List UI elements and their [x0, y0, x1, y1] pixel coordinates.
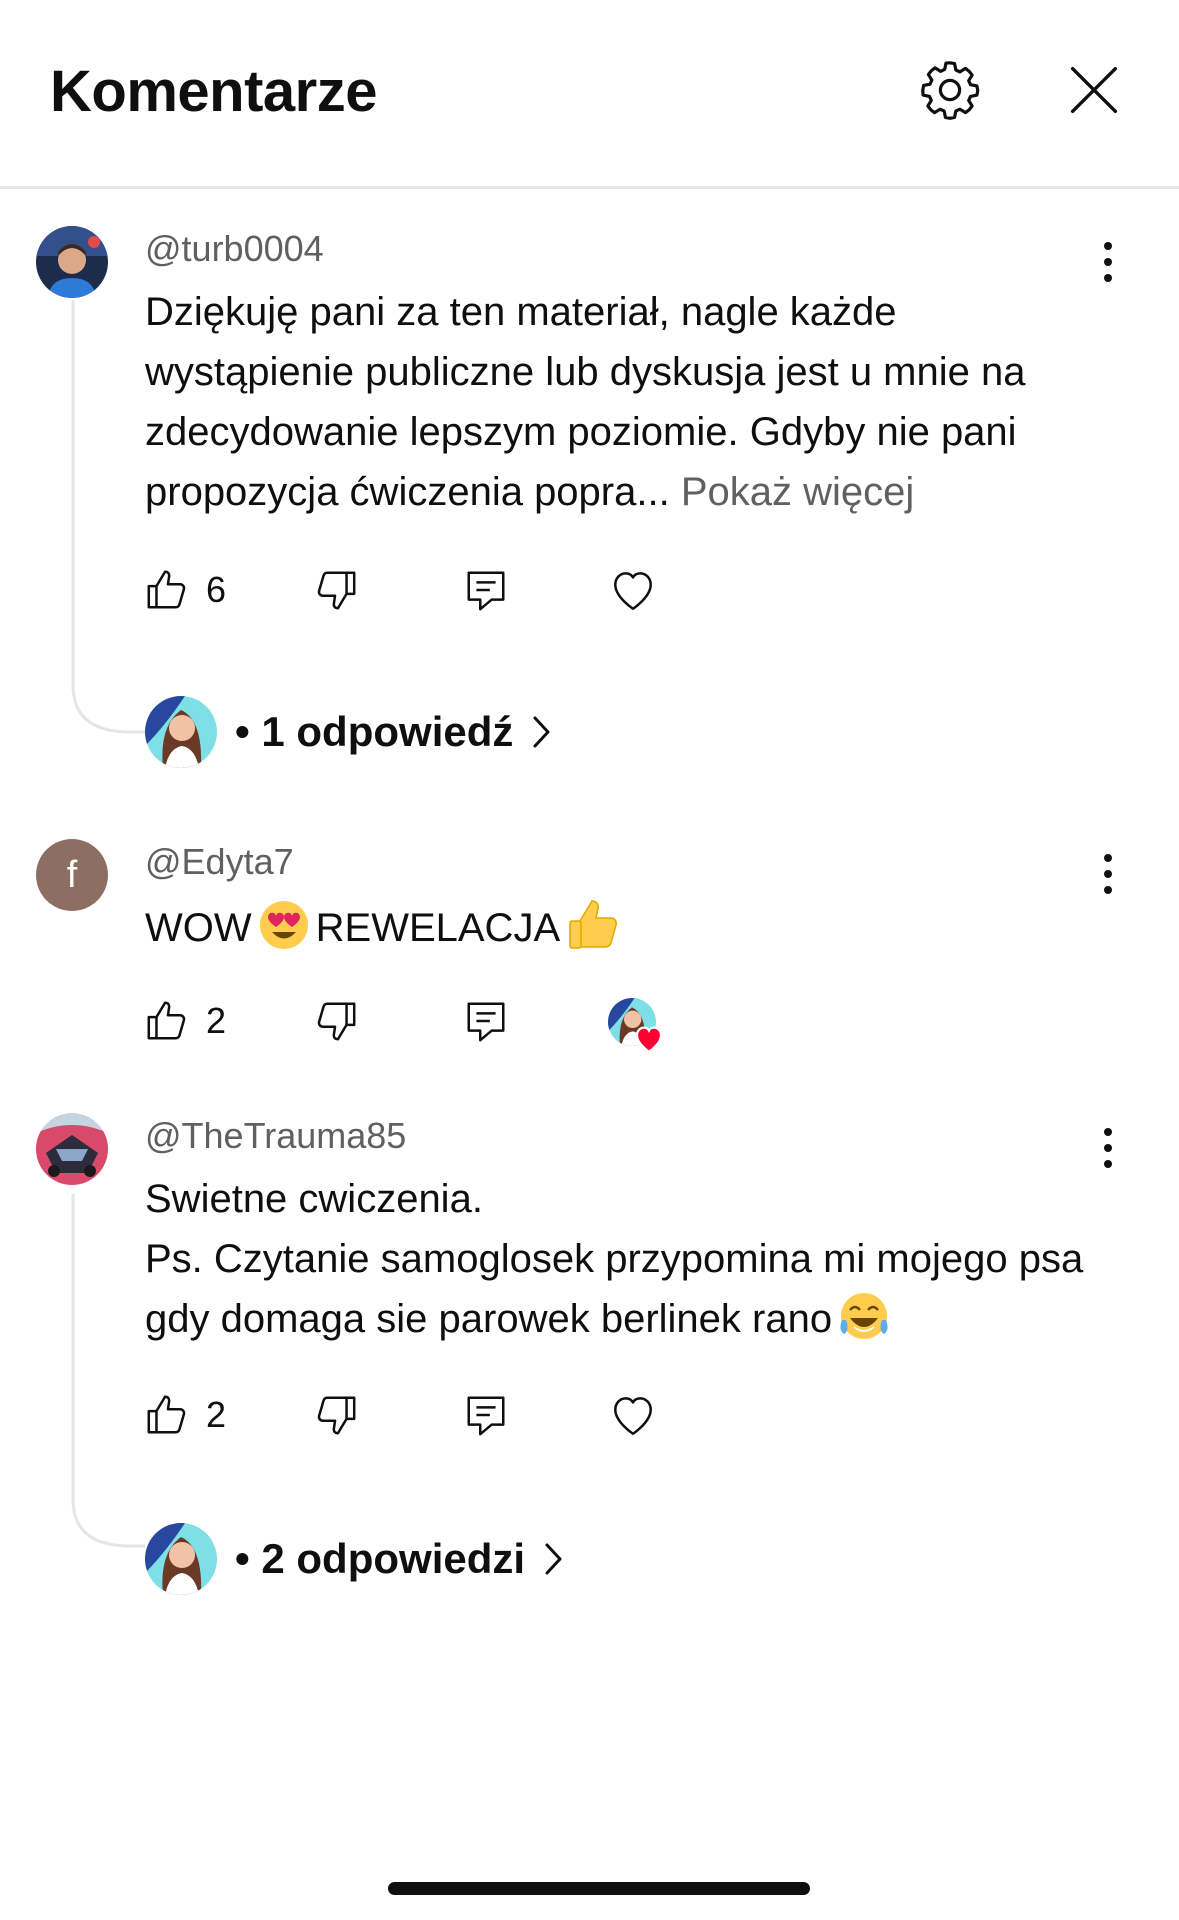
thumbs-down-icon	[317, 571, 356, 610]
like-button[interactable]: 2	[144, 993, 226, 1049]
thumbs-up-icon	[147, 1001, 186, 1040]
home-indicator[interactable]	[388, 1882, 810, 1895]
view-replies-button[interactable]: • 2 odpowiedzi	[145, 1523, 567, 1595]
comment-menu-button[interactable]	[1090, 234, 1126, 290]
reply-button[interactable]	[463, 1387, 509, 1443]
chevron-right-icon	[545, 1543, 562, 1575]
more-vert-icon	[1104, 854, 1112, 894]
like-count: 2	[206, 1394, 227, 1435]
thumbs-down-icon	[317, 1396, 356, 1435]
dislike-button[interactable]	[313, 1387, 359, 1443]
replies-count: • 2 odpowiedzi	[235, 1535, 526, 1582]
close-button[interactable]	[1062, 58, 1126, 122]
like-count: 2	[206, 1000, 227, 1041]
header-divider	[0, 186, 1179, 189]
reply-button[interactable]	[463, 562, 509, 618]
heart-icon	[614, 572, 652, 610]
gear-icon	[921, 61, 980, 120]
heart-filled-icon	[635, 1026, 663, 1054]
comment-text-content: Swietne cwiczenia. Ps. Czytanie samoglos…	[145, 1177, 1084, 1341]
thumbs-up-emoji-icon	[569, 900, 618, 949]
reply-button[interactable]	[463, 993, 509, 1049]
comments-header: Komentarze	[0, 0, 1179, 186]
comment-author[interactable]: @TheTrauma85	[145, 1115, 406, 1157]
creator-heart-badge[interactable]	[608, 994, 672, 1054]
dislike-button[interactable]	[313, 562, 359, 618]
thread-line	[71, 300, 145, 734]
avatar[interactable]: f	[36, 839, 108, 911]
thread-line	[71, 1194, 145, 1548]
comment-text-part: WOW	[145, 906, 252, 950]
tears-of-joy-emoji-icon	[840, 1293, 888, 1339]
reply-comment-icon	[467, 1396, 505, 1436]
heart-eyes-emoji-icon	[259, 901, 308, 949]
creator-avatar	[145, 696, 217, 768]
heart-icon	[614, 1397, 652, 1435]
comment-menu-button[interactable]	[1090, 1120, 1126, 1176]
comment-text-part: REWELACJA	[315, 906, 561, 950]
settings-button[interactable]	[918, 58, 982, 122]
avatar[interactable]	[36, 1113, 108, 1185]
avatar[interactable]	[36, 226, 108, 298]
close-icon	[1070, 66, 1118, 114]
like-button[interactable]: 2	[144, 1387, 226, 1443]
reply-comment-icon	[467, 571, 505, 611]
comment-author[interactable]: @Edyta7	[145, 841, 294, 883]
thumbs-down-icon	[317, 1002, 356, 1041]
more-vert-icon	[1104, 1128, 1112, 1168]
comment-author[interactable]: @turb0004	[145, 228, 324, 270]
creator-avatar	[145, 1523, 217, 1595]
show-more-link[interactable]: Pokaż więcej	[681, 470, 914, 514]
thumbs-up-icon	[147, 1395, 186, 1434]
comment-text: Swietne cwiczenia. Ps. Czytanie samoglos…	[145, 1169, 1095, 1349]
like-button[interactable]: 6	[144, 562, 226, 618]
like-count: 6	[206, 569, 227, 610]
dislike-button[interactable]	[313, 993, 359, 1049]
thumbs-up-icon	[147, 570, 186, 609]
chevron-right-icon	[533, 716, 550, 748]
comment-text: WOW REWELACJA	[145, 895, 1095, 958]
header-title: Komentarze	[50, 59, 377, 124]
comment-menu-button[interactable]	[1090, 846, 1126, 902]
reply-comment-icon	[467, 1002, 505, 1042]
replies-count: • 1 odpowiedź	[235, 708, 514, 755]
heart-button[interactable]	[608, 562, 658, 618]
comment-text: Dziękuję pani za ten materiał, nagle każ…	[145, 282, 1095, 522]
more-vert-icon	[1104, 242, 1112, 282]
view-replies-button[interactable]: • 1 odpowiedź	[145, 696, 555, 768]
heart-button[interactable]	[608, 1387, 658, 1443]
